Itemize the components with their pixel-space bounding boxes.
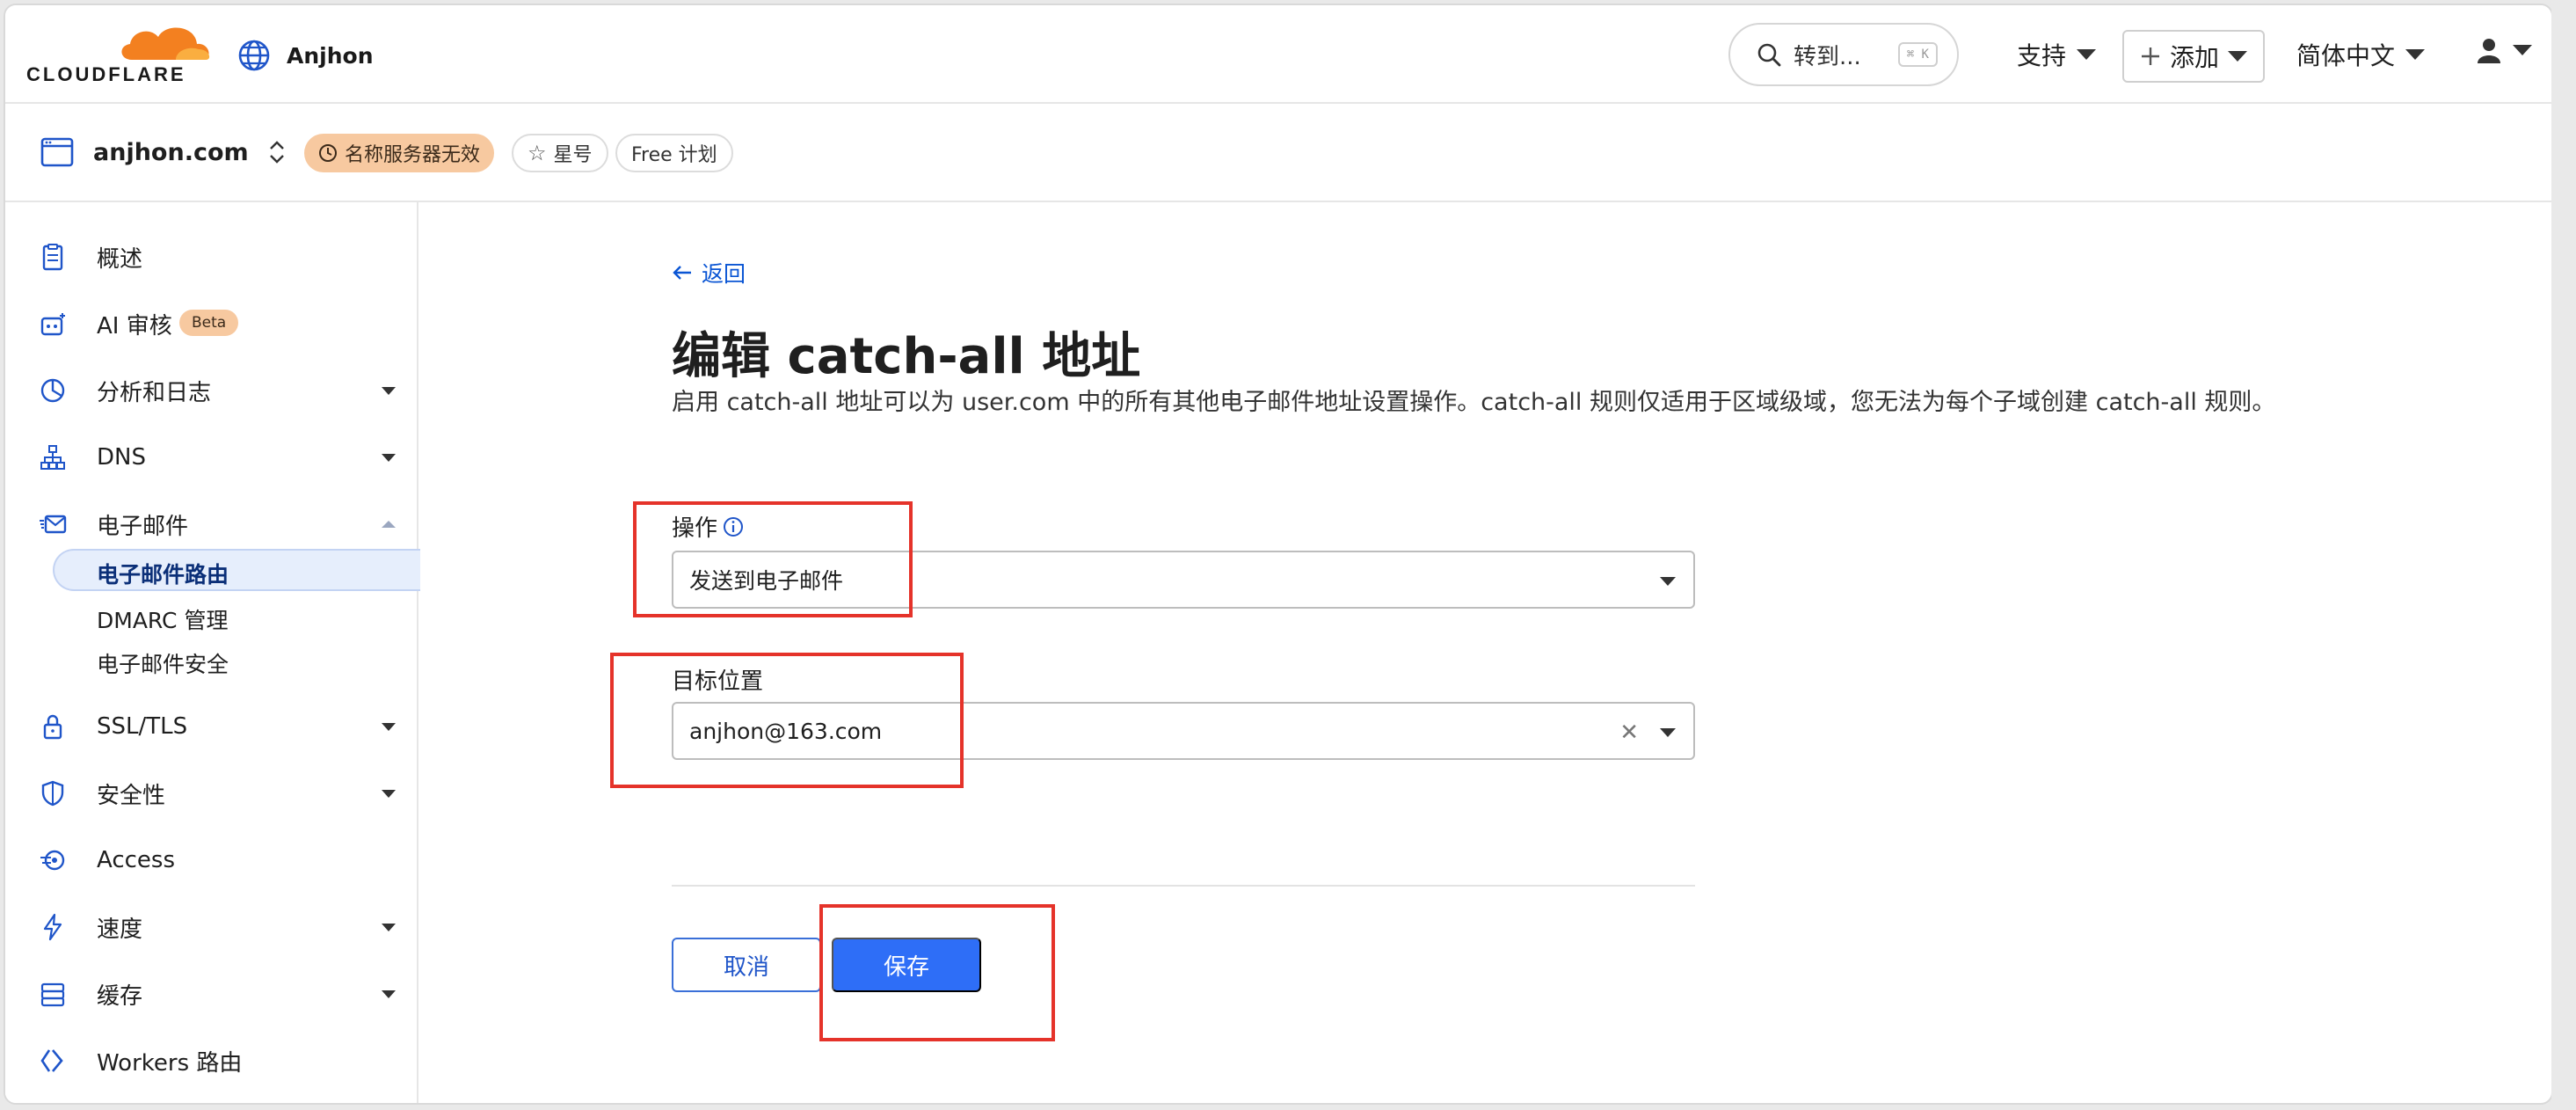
page-title: 编辑 catch-all 地址 <box>672 328 1141 385</box>
account-switcher[interactable]: Anjhon <box>237 39 374 72</box>
cloud-icon <box>121 27 210 60</box>
chevron-down-icon <box>2077 49 2097 60</box>
sidebar-item-ai-audit[interactable]: AI 审核 Beta <box>5 297 418 350</box>
clipboard-icon <box>42 244 63 271</box>
chevron-down-icon[interactable] <box>382 454 396 462</box>
search-box[interactable]: 转到... ⌘ K <box>1728 23 1959 86</box>
sidebar-item-overview[interactable]: 概述 <box>5 230 418 283</box>
sidebar-item-label: 缓存 <box>97 982 143 1010</box>
chevron-down-icon[interactable] <box>382 790 396 798</box>
search-label: 转到... <box>1794 43 1861 70</box>
back-label: 返回 <box>702 261 746 287</box>
arrow-left-icon <box>673 266 691 280</box>
lock-icon <box>43 714 62 740</box>
sidebar-subitem-email-routing[interactable]: 电子邮件路由 <box>97 558 229 589</box>
chevron-down-icon <box>2405 49 2426 60</box>
cancel-button[interactable]: 取消 <box>672 938 821 992</box>
sidebar-item-label: 分析和日志 <box>97 379 212 406</box>
add-label: 添加 <box>2169 43 2219 72</box>
sidebar-subitem-email-security[interactable]: 电子邮件安全 <box>97 647 229 679</box>
annotation-box-save <box>819 904 1055 1041</box>
sidebar: 概述 AI 审核 Beta 分析和日志 DNS 电子邮件 电子邮件路由 DMAR… <box>5 202 420 1103</box>
network-tree-icon <box>40 445 65 470</box>
cloudflare-logo[interactable]: CLOUDFLARE <box>26 19 210 86</box>
sidebar-item-speed[interactable]: 速度 <box>5 901 418 953</box>
sidebar-item-dns[interactable]: DNS <box>5 431 418 484</box>
chevron-up-icon[interactable] <box>382 521 396 528</box>
badge-label: 星号 <box>553 144 593 166</box>
sidebar-item-label: 概述 <box>97 245 143 273</box>
code-brackets-icon <box>40 1049 63 1072</box>
plan-badge[interactable]: Free 计划 <box>615 134 733 172</box>
chevron-down-icon[interactable] <box>382 387 396 395</box>
user-icon <box>2478 39 2500 63</box>
add-button[interactable]: 添加 <box>2122 30 2265 83</box>
zone-bar: anjhon.com 名称服务器无效 ☆ 星号 Free 计划 <box>5 104 2551 202</box>
chevron-down-icon[interactable] <box>382 723 396 731</box>
support-menu[interactable]: 支持 <box>2017 37 2097 72</box>
sidebar-subitem-dmarc[interactable]: DMARC 管理 <box>97 603 228 635</box>
robot-icon <box>40 313 65 336</box>
back-link[interactable]: 返回 <box>672 257 746 288</box>
brand-wordmark: CLOUDFLARE <box>26 63 186 85</box>
zone-switcher[interactable]: anjhon.com <box>40 137 286 167</box>
sidebar-item-label: AI 审核 <box>97 312 172 340</box>
annotation-box-action <box>633 501 913 617</box>
user-menu[interactable] <box>2476 37 2532 63</box>
server-stack-icon <box>40 982 65 1007</box>
account-name: Anjhon <box>287 42 374 69</box>
badge-label: 名称服务器无效 <box>345 144 481 166</box>
sidebar-item-label: DNS <box>97 444 146 471</box>
sidebar-item-label: Access <box>97 847 176 873</box>
lightning-icon <box>43 913 62 941</box>
form-divider <box>672 885 1695 887</box>
globe-icon <box>238 40 270 71</box>
sidebar-item-workers-routes[interactable]: Workers 路由 <box>5 1034 418 1087</box>
chevron-down-icon[interactable] <box>382 924 396 931</box>
zone-domain: anjhon.com <box>93 138 249 166</box>
sidebar-item-cache[interactable]: 缓存 <box>5 968 418 1020</box>
chevron-down-icon[interactable] <box>382 990 396 998</box>
chevron-down-icon <box>2228 51 2247 62</box>
top-navbar: CLOUDFLARE Anjhon 转到... ⌘ K 支持 添加 简体中文 <box>5 5 2551 104</box>
language-menu[interactable]: 简体中文 <box>2296 37 2426 72</box>
chevron-down-icon <box>2513 45 2532 55</box>
language-label: 简体中文 <box>2296 41 2396 70</box>
sidebar-item-label: 安全性 <box>97 782 166 809</box>
sidebar-item-label: Workers 路由 <box>97 1049 243 1077</box>
shield-icon <box>41 780 64 807</box>
chart-pie-icon <box>40 378 65 403</box>
sidebar-item-access[interactable]: Access <box>5 834 418 887</box>
plus-icon <box>2141 47 2159 65</box>
window-scroll-edge <box>2551 0 2576 1110</box>
sidebar-item-email[interactable]: 电子邮件 <box>5 498 418 551</box>
annotation-box-destination <box>610 653 964 788</box>
clear-icon[interactable]: ✕ <box>1619 719 1639 746</box>
access-icon <box>40 850 65 871</box>
chevron-down-icon[interactable] <box>1660 577 1676 586</box>
support-label: 支持 <box>2017 41 2067 70</box>
chevron-down-icon[interactable] <box>1660 728 1676 737</box>
sidebar-item-label: SSL/TLS <box>97 713 188 740</box>
beta-badge: Beta <box>179 310 239 336</box>
page-description: 启用 catch-all 地址可以为 user.com 中的所有其他电子邮件地址… <box>672 389 2276 416</box>
search-icon <box>1757 43 1781 67</box>
star-icon: ☆ <box>528 141 547 165</box>
browser-window-icon <box>40 137 74 167</box>
sidebar-item-label: 速度 <box>97 916 143 943</box>
star-badge[interactable]: ☆ 星号 <box>512 134 608 172</box>
nameserver-status-badge[interactable]: 名称服务器无效 <box>304 134 495 172</box>
chevron-updown-icon <box>269 141 284 164</box>
badge-label: Free 计划 <box>631 144 717 166</box>
clock-icon <box>319 144 337 162</box>
sidebar-item-analytics[interactable]: 分析和日志 <box>5 364 418 417</box>
app-window: CLOUDFLARE Anjhon 转到... ⌘ K 支持 添加 简体中文 a… <box>4 4 2553 1105</box>
sidebar-item-security[interactable]: 安全性 <box>5 767 418 820</box>
sidebar-item-label: 电子邮件 <box>97 513 189 540</box>
sidebar-item-ssl[interactable]: SSL/TLS <box>5 700 418 753</box>
mail-icon <box>40 515 67 534</box>
keyboard-shortcut-badge: ⌘ K <box>1897 42 1938 67</box>
